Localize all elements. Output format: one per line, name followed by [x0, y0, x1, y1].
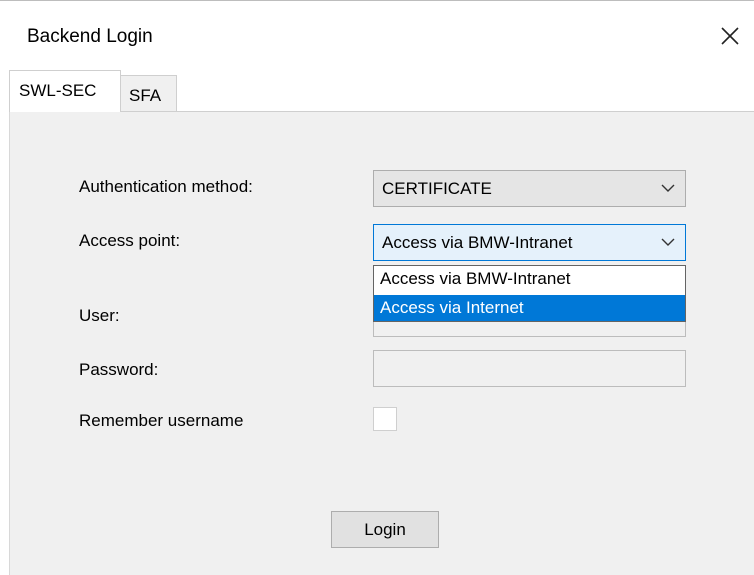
tab-strip: SWL-SEC SFA — [0, 70, 754, 112]
auth-method-label: Authentication method: — [79, 177, 253, 196]
chevron-down-icon — [661, 184, 675, 192]
window-top-border — [0, 0, 754, 1]
chevron-down-icon — [661, 238, 675, 246]
user-label: User: — [79, 306, 120, 325]
access-point-label: Access point: — [79, 231, 181, 250]
password-label: Password: — [79, 360, 159, 379]
access-point-select[interactable]: Access via BMW-Intranet — [373, 224, 686, 261]
auth-method-value: CERTIFICATE — [382, 179, 492, 198]
window-title: Backend Login — [27, 26, 153, 47]
tab-swl-sec[interactable]: SWL-SEC — [9, 70, 121, 112]
backend-login-dialog: Backend Login SWL-SEC SFA Authentication… — [0, 0, 754, 575]
remember-username-checkbox[interactable] — [373, 407, 397, 431]
auth-method-select[interactable]: CERTIFICATE — [373, 170, 686, 207]
access-point-dropdown-list: Access via BMW-Intranet Access via Inter… — [373, 265, 686, 322]
close-icon[interactable] — [718, 24, 742, 48]
password-field[interactable] — [373, 350, 686, 387]
access-point-value: Access via BMW-Intranet — [382, 233, 573, 252]
tab-sfa[interactable]: SFA — [120, 75, 177, 111]
dropdown-option-intranet[interactable]: Access via BMW-Intranet — [374, 266, 685, 292]
login-button[interactable]: Login — [331, 511, 439, 548]
dropdown-option-internet[interactable]: Access via Internet — [374, 295, 685, 321]
remember-username-label: Remember username — [79, 411, 244, 430]
